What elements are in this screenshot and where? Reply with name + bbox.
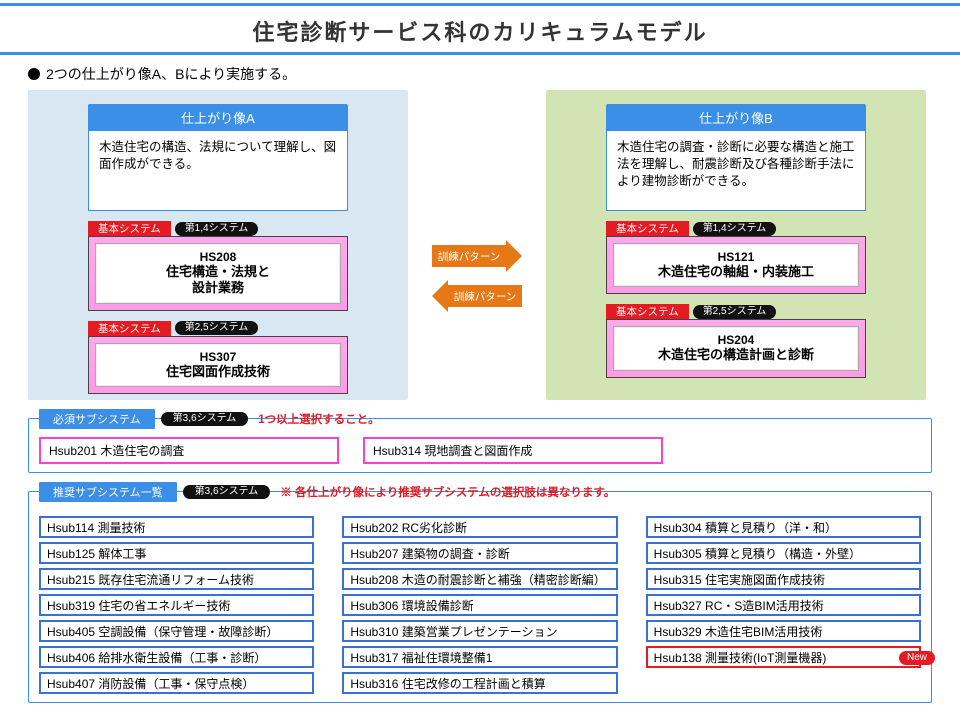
arrows: 訓練パターン 訓練パターン bbox=[408, 90, 546, 312]
arrow-left: 訓練パターン bbox=[432, 280, 522, 312]
recommended-item: Hsub406 給排水衛生設備（工事・診断） bbox=[39, 646, 314, 668]
recommended-item: Hsub208 木造の耐震診断と補強（精密診断編） bbox=[342, 568, 617, 590]
profile-b: 仕上がり像B 木造住宅の調査・診断に必要な構造と施工法を理解し、耐震診断及び各種… bbox=[546, 90, 926, 400]
required-item: Hsub201 木造住宅の調査 bbox=[39, 437, 339, 464]
recommended-note: ※ 各仕上がり像により推奨サブシステムの選択肢は異なります。 bbox=[280, 484, 615, 500]
required-item: Hsub314 現地調査と図面作成 bbox=[363, 437, 663, 464]
card-title: 木造住宅の軸組・内装施工 bbox=[618, 264, 854, 280]
recommended-item: Hsub306 環境設備診断 bbox=[342, 594, 617, 616]
required-label: 必須サブシステム bbox=[39, 409, 155, 429]
arrow-right: 訓練パターン bbox=[432, 240, 522, 272]
new-badge: New bbox=[899, 651, 935, 665]
recommended-section: 推奨サブシステム一覧 第3,6システム ※ 各仕上がり像により推奨サブシステムの… bbox=[28, 491, 932, 703]
recommended-item: Hsub125 解体工事 bbox=[39, 542, 314, 564]
bullet-icon bbox=[28, 68, 40, 80]
profile-a-desc: 木造住宅の構造、法規について理解し、図面作成ができる。 bbox=[88, 131, 348, 211]
system-card: 基本システム第1,4システム HS121木造住宅の軸組・内装施工 bbox=[606, 221, 866, 294]
card-code: HS307 bbox=[100, 350, 336, 364]
system-card: 基本システム第2,5システム HS307住宅図面作成技術 bbox=[88, 321, 348, 394]
recommended-item: Hsub316 住宅改修の工程計画と積算 bbox=[342, 672, 617, 694]
page-title: 住宅診断サービス科のカリキュラムモデル bbox=[0, 9, 960, 49]
recommended-item: Hsub327 RC・S造BIM活用技術 bbox=[646, 594, 921, 616]
card-code: HS204 bbox=[618, 333, 854, 347]
card-title: 住宅図面作成技術 bbox=[100, 364, 336, 380]
recommended-item: Hsub207 建築物の調査・診断 bbox=[342, 542, 617, 564]
lead-text: 2つの仕上がり像A、Bにより実施する。 bbox=[28, 62, 932, 90]
card-pill: 第2,5システム bbox=[175, 321, 259, 335]
recommended-label: 推奨サブシステム一覧 bbox=[39, 482, 177, 502]
system-card: 基本システム第1,4システム HS208住宅構造・法規と設計業務 bbox=[88, 221, 348, 311]
recommended-item-new: Hsub138 測量技術(IoT測量機器)New bbox=[646, 646, 921, 668]
recommended-item: Hsub310 建築営業プレゼンテーション bbox=[342, 620, 617, 642]
required-pill: 第3,6システム bbox=[161, 412, 249, 426]
recommended-item: Hsub405 空調設備（保守管理・故障診断） bbox=[39, 620, 314, 642]
card-pill: 第1,4システム bbox=[175, 222, 259, 236]
recommended-item: Hsub202 RC劣化診断 bbox=[342, 516, 617, 538]
card-pill: 第1,4システム bbox=[693, 222, 777, 236]
profile-b-desc: 木造住宅の調査・診断に必要な構造と施工法を理解し、耐震診断及び各種診断手法により… bbox=[606, 131, 866, 211]
card-pill: 第2,5システム bbox=[693, 305, 777, 319]
card-tab: 基本システム bbox=[606, 304, 689, 319]
recommended-item: Hsub114 測量技術 bbox=[39, 516, 314, 538]
card-code: HS121 bbox=[618, 250, 854, 264]
recommended-item: Hsub304 積算と見積り（洋・和） bbox=[646, 516, 921, 538]
profile-b-head: 仕上がり像B bbox=[606, 104, 866, 131]
card-title: 木造住宅の構造計画と診断 bbox=[618, 347, 854, 363]
card-tab: 基本システム bbox=[606, 221, 689, 236]
recommended-item: Hsub319 住宅の省エネルギー技術 bbox=[39, 594, 314, 616]
system-card: 基本システム第2,5システム HS204木造住宅の構造計画と診断 bbox=[606, 304, 866, 377]
card-code: HS208 bbox=[100, 250, 336, 264]
recommended-item: Hsub305 積算と見積り（構造・外壁） bbox=[646, 542, 921, 564]
card-tab: 基本システム bbox=[88, 221, 171, 236]
required-section: 必須サブシステム 第3,6システム 1つ以上選択すること。 Hsub201 木造… bbox=[28, 418, 932, 473]
recommended-item: Hsub407 消防設備（工事・保守点検） bbox=[39, 672, 314, 694]
profile-a-head: 仕上がり像A bbox=[88, 104, 348, 131]
recommended-pill: 第3,6システム bbox=[183, 485, 271, 499]
required-note: 1つ以上選択すること。 bbox=[258, 411, 379, 427]
recommended-item: Hsub315 住宅実施図面作成技術 bbox=[646, 568, 921, 590]
card-title: 住宅構造・法規と設計業務 bbox=[100, 264, 336, 297]
profile-a: 仕上がり像A 木造住宅の構造、法規について理解し、図面作成ができる。 基本システ… bbox=[28, 90, 408, 400]
recommended-item: Hsub215 既存住宅流通リフォーム技術 bbox=[39, 568, 314, 590]
recommended-item: Hsub317 福祉住環境整備1 bbox=[342, 646, 617, 668]
card-tab: 基本システム bbox=[88, 321, 171, 336]
profiles-stage: 仕上がり像A 木造住宅の構造、法規について理解し、図面作成ができる。 基本システ… bbox=[28, 90, 932, 400]
recommended-item: Hsub329 木造住宅BIM活用技術 bbox=[646, 620, 921, 642]
